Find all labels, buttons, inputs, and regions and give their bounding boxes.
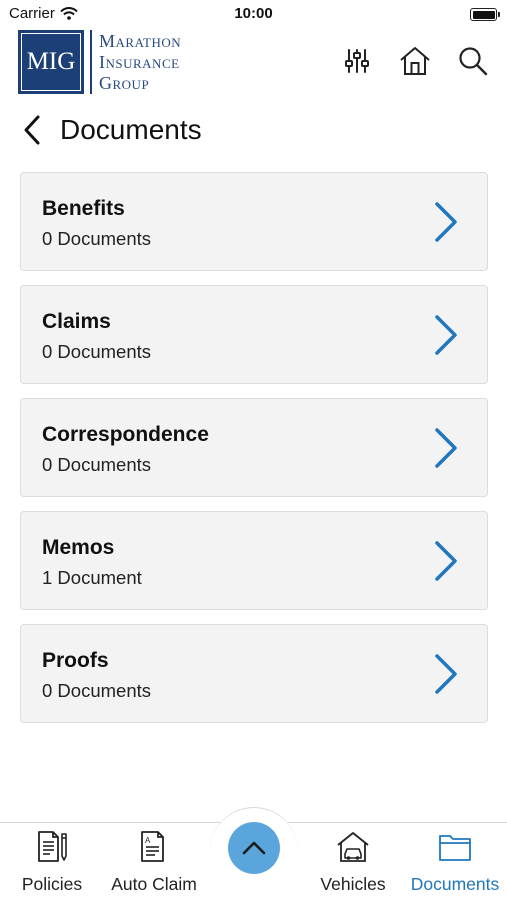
quick-actions-button[interactable] <box>228 822 280 874</box>
policies-icon <box>38 831 67 862</box>
app-header: MIG Marathon Insurance Group <box>0 28 507 98</box>
chevron-right-icon <box>435 541 457 581</box>
tab-documents[interactable]: Documents <box>405 829 505 895</box>
vehicles-icon <box>337 832 369 862</box>
status-bar: Carrier 10:00 <box>0 0 507 28</box>
svg-text:A: A <box>145 836 151 845</box>
category-card-benefits[interactable]: Benefits 0 Documents <box>20 172 488 271</box>
chevron-right-icon <box>435 202 457 242</box>
chevron-right-icon <box>435 654 457 694</box>
category-card-proofs[interactable]: Proofs 0 Documents <box>20 624 488 723</box>
category-count: 0 Documents <box>42 341 151 362</box>
home-icon <box>400 47 430 75</box>
chevron-up-icon <box>242 841 266 855</box>
category-title: Claims <box>42 310 111 333</box>
tab-label: Auto Claim <box>111 874 197 894</box>
logo-line-2: Insurance <box>99 51 180 72</box>
chevron-left-icon <box>24 115 40 145</box>
title-row: Documents <box>22 108 202 152</box>
category-title: Proofs <box>42 649 109 672</box>
filter-button[interactable] <box>341 44 373 78</box>
category-count: 0 Documents <box>42 454 151 475</box>
search-button[interactable] <box>457 44 489 78</box>
logo-mark: MIG <box>18 30 84 94</box>
header-actions <box>341 44 489 78</box>
category-count: 1 Document <box>42 567 142 588</box>
auto-claim-icon: A <box>141 831 164 862</box>
tab-label: Policies <box>21 874 83 894</box>
category-card-claims[interactable]: Claims 0 Documents <box>20 285 488 384</box>
category-title: Benefits <box>42 197 125 220</box>
back-button[interactable] <box>22 110 50 150</box>
category-card-correspondence[interactable]: Correspondence 0 Documents <box>20 398 488 497</box>
category-count: 0 Documents <box>42 228 151 249</box>
search-icon <box>459 47 488 76</box>
page-title: Documents <box>60 114 202 145</box>
logo-divider <box>90 30 92 94</box>
tab-auto-claim[interactable]: A Auto Claim <box>104 829 204 895</box>
category-title: Correspondence <box>42 423 209 446</box>
status-time: 10:00 <box>234 5 273 22</box>
tab-vehicles[interactable]: Vehicles <box>303 829 403 895</box>
home-button[interactable] <box>399 44 431 78</box>
tab-label: Documents <box>410 874 500 894</box>
category-card-memos[interactable]: Memos 1 Document <box>20 511 488 610</box>
chevron-right-icon <box>435 428 457 468</box>
battery-icon <box>470 8 500 21</box>
sliders-icon <box>345 49 369 73</box>
tab-policies[interactable]: Policies <box>2 829 102 895</box>
company-logo: MIG Marathon Insurance Group <box>18 30 181 94</box>
folder-icon <box>439 835 471 861</box>
tab-label: Vehicles <box>320 874 386 894</box>
category-title: Memos <box>42 536 115 559</box>
chevron-right-icon <box>435 315 457 355</box>
category-count: 0 Documents <box>42 680 151 701</box>
logo-line-1: Marathon <box>99 30 182 51</box>
logo-line-3: Group <box>99 72 150 93</box>
logo-wordmark: Marathon Insurance Group <box>99 31 181 94</box>
